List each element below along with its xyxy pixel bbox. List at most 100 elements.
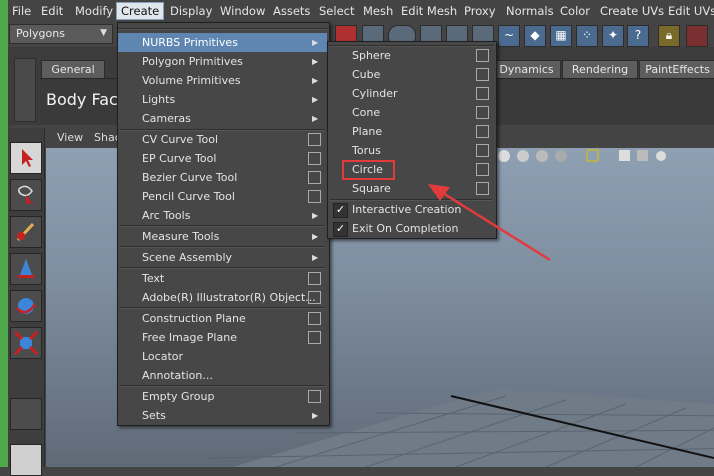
checkbox-icon[interactable]: ✓ <box>333 203 348 218</box>
option-box-icon[interactable] <box>476 125 489 138</box>
select-tool-icon[interactable] <box>10 142 42 174</box>
menu-edit[interactable]: Edit <box>41 4 63 18</box>
scale-tool-icon[interactable] <box>10 327 42 359</box>
submenu-arrow-icon: ▶ <box>312 57 319 66</box>
shelf-tab-dynamics[interactable]: Dynamics <box>492 60 561 79</box>
menu-item-torus[interactable]: Torus <box>328 141 494 160</box>
option-box-icon[interactable] <box>308 152 321 165</box>
option-box-icon[interactable] <box>308 272 321 285</box>
menu-item-label: Cameras <box>142 112 191 125</box>
menu-item-plane[interactable]: Plane <box>328 122 494 141</box>
menu-item-label: Polygon Primitives <box>142 55 243 68</box>
window-frame-edge <box>0 0 8 467</box>
menu-item-sets[interactable]: Sets ▶ <box>118 406 327 425</box>
plane-icon[interactable]: ◆ <box>524 25 546 47</box>
option-box-icon[interactable] <box>476 49 489 62</box>
menu-window[interactable]: Window <box>220 4 265 18</box>
menu-file[interactable]: File <box>12 4 31 18</box>
menu-item-cylinder[interactable]: Cylinder <box>328 84 494 103</box>
curve-icon[interactable]: ~ <box>498 25 520 47</box>
menu-item-polygon-primitives[interactable]: Polygon Primitives ▶ <box>118 52 327 71</box>
option-box-icon[interactable] <box>308 190 321 203</box>
option-box-icon[interactable] <box>476 106 489 119</box>
rotate-tool-icon[interactable] <box>10 290 42 322</box>
menu-item-label: NURBS Primitives <box>142 36 238 49</box>
menu-item-bezier-curve-tool[interactable]: Bezier Curve Tool <box>118 168 327 187</box>
menu-edit-mesh[interactable]: Edit Mesh <box>401 4 457 18</box>
menu-item-label: Plane <box>352 125 383 138</box>
submenu-arrow-icon: ▶ <box>312 76 319 85</box>
submenu-arrow-icon: ▶ <box>312 38 319 47</box>
menu-select[interactable]: Select <box>319 4 354 18</box>
lock-icon[interactable]: 🔒︎ <box>658 25 680 47</box>
option-box-icon[interactable] <box>308 331 321 344</box>
menu-modify[interactable]: Modify <box>75 4 113 18</box>
menu-item-pencil-curve-tool[interactable]: Pencil Curve Tool <box>118 187 327 206</box>
menu-display[interactable]: Display <box>170 4 212 18</box>
viewport-menu-view[interactable]: View <box>57 131 83 144</box>
grid-icon[interactable]: ▦ <box>550 25 572 47</box>
option-box-icon[interactable] <box>308 291 321 304</box>
last-tool-icon[interactable] <box>10 398 42 430</box>
menu-item-cameras[interactable]: Cameras ▶ <box>118 109 327 128</box>
menu-item-volume-primitives[interactable]: Volume Primitives ▶ <box>118 71 327 90</box>
submenu-arrow-icon: ▶ <box>312 411 319 420</box>
checkbox-icon[interactable]: ✓ <box>333 222 348 237</box>
menu-edit-uvs[interactable]: Edit UVs <box>668 4 714 18</box>
menu-item-label: CV Curve Tool <box>142 133 219 146</box>
menu-item-measure-tools[interactable]: Measure Tools ▶ <box>118 227 327 246</box>
shelf-tab-painteffects[interactable]: PaintEffects <box>639 60 714 79</box>
option-box-icon[interactable] <box>308 390 321 403</box>
menu-item-label: Sets <box>142 409 166 422</box>
menu-set-dropdown[interactable]: Polygons ▼ <box>9 24 113 44</box>
menu-item-lights[interactable]: Lights ▶ <box>118 90 327 109</box>
option-box-icon[interactable] <box>308 312 321 325</box>
menu-item-free-image-plane[interactable]: Free Image Plane <box>118 328 327 347</box>
paint-select-tool-icon[interactable] <box>10 216 42 248</box>
menu-item-empty-group[interactable]: Empty Group <box>118 387 327 406</box>
render-icon[interactable] <box>686 25 708 47</box>
layer-tool-icon[interactable] <box>10 444 42 476</box>
menu-tearoff[interactable] <box>118 28 327 30</box>
option-box-icon[interactable] <box>308 171 321 184</box>
option-box-icon[interactable] <box>476 68 489 81</box>
option-box-icon[interactable] <box>476 87 489 100</box>
shelf-tab-rendering[interactable]: Rendering <box>562 60 638 79</box>
option-box-icon[interactable] <box>308 133 321 146</box>
menu-item-cube[interactable]: Cube <box>328 65 494 84</box>
menu-item-sphere[interactable]: Sphere <box>328 46 494 65</box>
menu-item-text[interactable]: Text <box>118 269 327 288</box>
menu-item-label: Torus <box>352 144 381 157</box>
menu-normals[interactable]: Normals <box>506 4 554 18</box>
lasso-tool-icon[interactable] <box>10 179 42 211</box>
menu-item-annotation[interactable]: Annotation... <box>118 366 327 385</box>
menu-item-label: Adobe(R) Illustrator(R) Object... <box>142 291 316 304</box>
menu-proxy[interactable]: Proxy <box>464 4 496 18</box>
submenu-arrow-icon: ▶ <box>312 211 319 220</box>
menu-item-nurbs-primitives[interactable]: NURBS Primitives ▶ <box>118 33 327 52</box>
menu-item-cv-curve-tool[interactable]: CV Curve Tool <box>118 130 327 149</box>
menu-item-locator[interactable]: Locator <box>118 347 327 366</box>
menu-color[interactable]: Color <box>560 4 590 18</box>
help-icon[interactable]: ? <box>627 25 649 47</box>
menu-item-label: Text <box>142 272 165 285</box>
menu-create[interactable]: Create <box>116 2 165 20</box>
menu-item-scene-assembly[interactable]: Scene Assembly ▶ <box>118 248 327 267</box>
menu-set-value: Polygons <box>16 27 65 40</box>
magnet-icon[interactable]: ✦ <box>602 25 624 47</box>
shelf-tab-general[interactable]: General <box>41 60 105 79</box>
shelf-options-handle[interactable] <box>14 58 36 122</box>
menu-item-construction-plane[interactable]: Construction Plane <box>118 309 327 328</box>
menu-item-illustrator-object[interactable]: Adobe(R) Illustrator(R) Object... <box>118 288 327 307</box>
menu-item-arc-tools[interactable]: Arc Tools ▶ <box>118 206 327 225</box>
menu-assets[interactable]: Assets <box>273 4 310 18</box>
viewport-shading-icons[interactable] <box>495 147 714 165</box>
menu-item-ep-curve-tool[interactable]: EP Curve Tool <box>118 149 327 168</box>
menu-create-uvs[interactable]: Create UVs <box>600 4 664 18</box>
menu-item-cone[interactable]: Cone <box>328 103 494 122</box>
menu-item-label: Lights <box>142 93 176 106</box>
move-tool-icon[interactable] <box>10 253 42 285</box>
menu-mesh[interactable]: Mesh <box>363 4 393 18</box>
points-icon[interactable]: ⁘ <box>576 25 598 47</box>
option-box-icon[interactable] <box>476 144 489 157</box>
